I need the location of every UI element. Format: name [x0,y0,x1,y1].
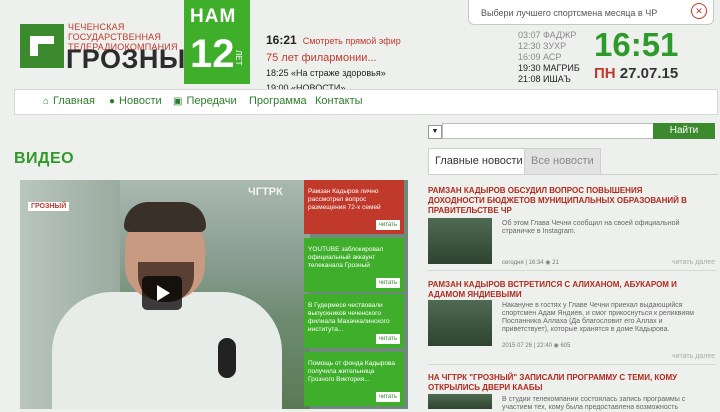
news-meta: сегодня | 16:34 ◉ 21 [502,260,559,266]
news-thumbnail[interactable] [428,394,492,409]
nav-label: Новости [119,95,162,107]
nav-item-contacts[interactable]: Контакты [315,95,363,107]
news-thumbnail[interactable] [428,300,492,346]
anniversary-badge: НАМ 12 ЛЕТ [184,0,250,84]
next-program-1: 18:25 «На страже здоровья» [266,68,386,78]
video-section-title: ВИДЕО [14,150,75,167]
news-title[interactable]: РАМЗАН КАДЫРОВ ОБСУДИЛ ВОПРОС ПОВЫШЕНИЯ … [428,186,698,216]
now-program[interactable]: 75 лет филармонии... [266,52,401,64]
news-title[interactable]: НА ЧГТРК "ГРОЗНЫЙ" ЗАПИСАЛИ ПРОГРАММУ С … [428,373,698,393]
now-time: 16:21 [266,33,297,47]
home-icon: ⌂ [43,96,50,107]
prayer-time: 19:30 МАГРИБ [518,63,580,73]
nav-label: Программа [249,95,307,107]
news-title[interactable]: РАМЗАН КАДЫРОВ ВСТРЕТИЛСЯ С АЛИХАНОМ, АБ… [428,280,698,300]
prayer-time: 21:08 ИШАЪ [518,74,571,84]
day-of-week: ПН [594,65,616,82]
search-input[interactable] [442,123,654,139]
nav-item-schedule[interactable]: Программа [249,95,307,107]
prayer-time: 16:09 АСР [518,52,562,62]
news-text: В студии телекомпании состоялась запись … [502,396,686,411]
video-card[interactable]: В Гудермесе чествовали выпускников чечен… [304,294,404,348]
video-card-text: YOUTUBE заблокировал официальный аккаунт… [308,246,384,269]
channel-tag: ГРОЗНЫЙ [28,202,70,211]
anniversary-top: НАМ [190,6,237,27]
nav-item-home[interactable]: ⌂ Главная [43,95,95,107]
main-nav: ⌂ Главная ● Новости ▣ Передачи Программа Ко… [14,89,718,115]
date-value: 27.07.15 [619,65,679,82]
video-player[interactable]: ГРОЗНЫЙ ЧГТРК Рамзан Кадыров лично рассм… [20,180,408,409]
nav-item-shows[interactable]: ▣ Передачи [173,95,237,107]
read-more-link[interactable]: читать далее [672,259,715,266]
video-card-text: Помощь от фонда Кадырова получила житель… [308,360,396,383]
clock-time: 16:51 [594,26,679,63]
nav-label: Контакты [315,95,363,107]
camera-icon: ▣ [173,96,183,107]
tab-all-news[interactable]: Все новости [524,148,601,174]
prayer-time: 03:07 ФАДЖР [518,30,577,40]
read-button[interactable]: читать [375,392,400,402]
news-text: Накануне в гостях у Главе Чечни приехал … [502,302,694,333]
live-stream-link[interactable]: Смотреть прямой эфир [303,36,401,46]
video-card-text: В Гудермесе чествовали выпускников чечен… [308,302,390,333]
search-button[interactable]: Найти [653,123,715,139]
video-card[interactable]: YOUTUBE заблокировал официальный аккаунт… [304,238,404,292]
anniversary-number: 12 [190,32,235,76]
nav-item-news[interactable]: ● Новости [109,95,162,107]
news-tabs: Главные новости Все новости [428,148,718,175]
read-button[interactable]: читать [375,220,400,230]
channel-watermark: ЧГТРК [248,186,283,198]
video-card[interactable]: Помощь от фонда Кадырова получила житель… [304,352,404,406]
video-list: Рамзан Кадыров лично рассмотрел вопрос р… [304,180,408,409]
video-card-text: Рамзан Кадыров лично рассмотрел вопрос р… [308,188,381,211]
news-thumbnail[interactable] [428,218,492,264]
poll-banner[interactable]: Выбери лучшего спортсмена месяца в ЧР ✕ [468,0,714,25]
anniversary-years: ЛЕТ [234,50,243,66]
read-more-link[interactable]: читать далее [672,353,715,360]
schedule: 16:21 Смотреть прямой эфир 75 лет филармо… [266,34,401,94]
user-icon: ● [109,96,116,107]
nav-label: Главная [53,95,95,107]
video-card[interactable]: Рамзан Кадыров лично рассмотрел вопрос р… [304,180,404,234]
close-icon[interactable]: ✕ [691,3,707,19]
read-button[interactable]: читать [375,278,400,288]
read-button[interactable]: читать [375,334,400,344]
news-meta: 2015 07 26 | 22:40 ◉ 605 [502,343,571,349]
poll-text[interactable]: Выбери лучшего спортсмена месяца в ЧР [481,8,657,18]
news-text: Об этом Глава Чечни сообщил на своей офи… [502,220,680,235]
play-button[interactable] [142,276,182,310]
search-dropdown[interactable]: ▼ [428,125,442,139]
tab-main-news[interactable]: Главные новости [428,148,530,174]
prayer-time: 12:30 ЗУХР [518,41,567,51]
logo-mark[interactable] [20,24,64,68]
nav-label: Передачи [186,95,237,107]
prayer-times: 03:07 ФАДЖР 12:30 ЗУХР 16:09 АСР 19:30 М… [518,30,580,85]
clock-date: ПН 27.07.15 [594,65,678,82]
